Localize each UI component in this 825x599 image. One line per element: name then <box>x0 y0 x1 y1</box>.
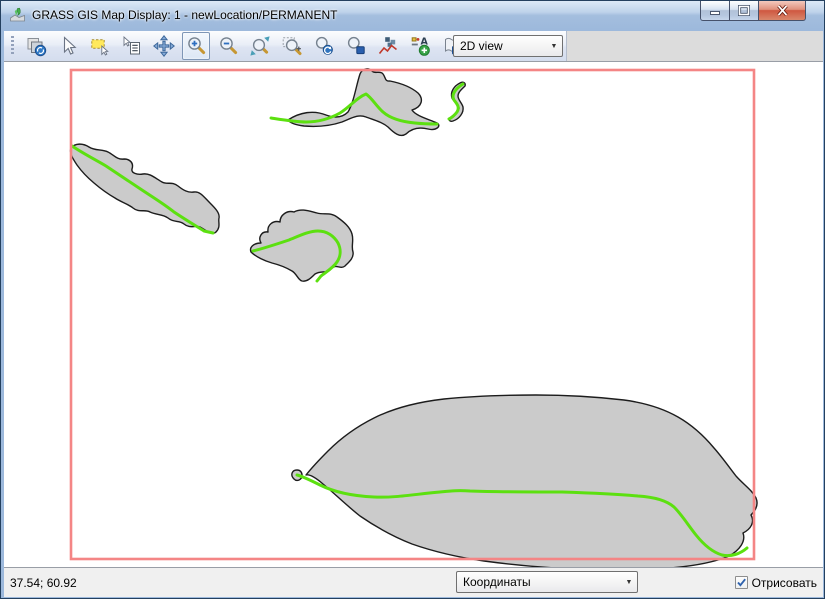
zoom-out-icon <box>217 35 239 57</box>
island-south <box>292 395 757 567</box>
checkmark-icon <box>736 577 747 588</box>
map-svg <box>4 62 823 567</box>
zoom-options-icon <box>345 35 367 57</box>
zoom-options-button[interactable] <box>342 32 370 60</box>
toolbar-grip[interactable] <box>11 36 14 56</box>
view-mode-value: 2D view <box>454 39 546 53</box>
zoom-in-icon <box>185 35 207 57</box>
select-region-icon <box>89 35 111 57</box>
zoom-out-button[interactable] <box>214 32 242 60</box>
pan-icon <box>153 35 175 57</box>
zoom-region-button[interactable] <box>278 32 306 60</box>
zoom-extent-button[interactable] <box>246 32 274 60</box>
zoom-in-button[interactable] <box>182 32 210 60</box>
map-display-window: GRASS GIS Map Display: 1 - newLocation/P… <box>0 0 825 599</box>
toolbar-filler <box>567 31 823 61</box>
chevron-down-icon: ▼ <box>621 579 637 586</box>
render-toggle-group: Отрисовать <box>735 568 817 597</box>
zoom-back-icon <box>313 35 335 57</box>
query-button[interactable] <box>118 32 146 60</box>
pointer-icon <box>57 35 79 57</box>
pan-button[interactable] <box>150 32 178 60</box>
close-icon <box>776 5 789 16</box>
render-checkbox-label[interactable]: Отрисовать <box>752 576 817 590</box>
minimize-icon <box>709 5 721 16</box>
map-canvas[interactable] <box>4 61 823 568</box>
analyze-map-icon <box>377 35 399 57</box>
statusbar: 37.54; 60.92 Координаты ▼ Отрисовать <box>4 568 823 597</box>
query-icon <box>121 35 143 57</box>
zoom-extent-icon <box>249 35 271 57</box>
statusbar-mode-select[interactable]: Координаты ▼ <box>456 571 638 593</box>
statusbar-mode-value: Координаты <box>457 575 621 589</box>
chevron-down-icon: ▼ <box>546 43 562 50</box>
zoom-region-icon <box>281 35 303 57</box>
zoom-back-button[interactable] <box>310 32 338 60</box>
toolbar-tools-area: A 2D view ▼ <box>4 31 567 61</box>
analyze-map-button[interactable] <box>374 32 402 60</box>
close-button[interactable] <box>758 1 806 21</box>
display-map-icon <box>25 35 47 57</box>
add-overlay-icon: A <box>409 35 431 57</box>
island-north <box>288 69 439 136</box>
render-checkbox[interactable] <box>735 576 748 589</box>
app-icon <box>9 7 26 24</box>
coordinates-readout: 37.54; 60.92 <box>4 576 77 590</box>
select-region-button[interactable] <box>86 32 114 60</box>
maximize-button[interactable] <box>730 1 758 21</box>
maximize-icon <box>738 5 750 16</box>
display-map-button[interactable] <box>22 32 50 60</box>
minimize-button[interactable] <box>700 1 730 21</box>
add-overlay-button[interactable]: A <box>406 32 434 60</box>
window-title: GRASS GIS Map Display: 1 - newLocation/P… <box>32 8 337 22</box>
titlebar[interactable]: GRASS GIS Map Display: 1 - newLocation/P… <box>1 1 824 29</box>
map-toolbar: A 2D view ▼ <box>4 31 823 61</box>
view-mode-select[interactable]: 2D view ▼ <box>453 35 563 57</box>
pointer-button[interactable] <box>54 32 82 60</box>
